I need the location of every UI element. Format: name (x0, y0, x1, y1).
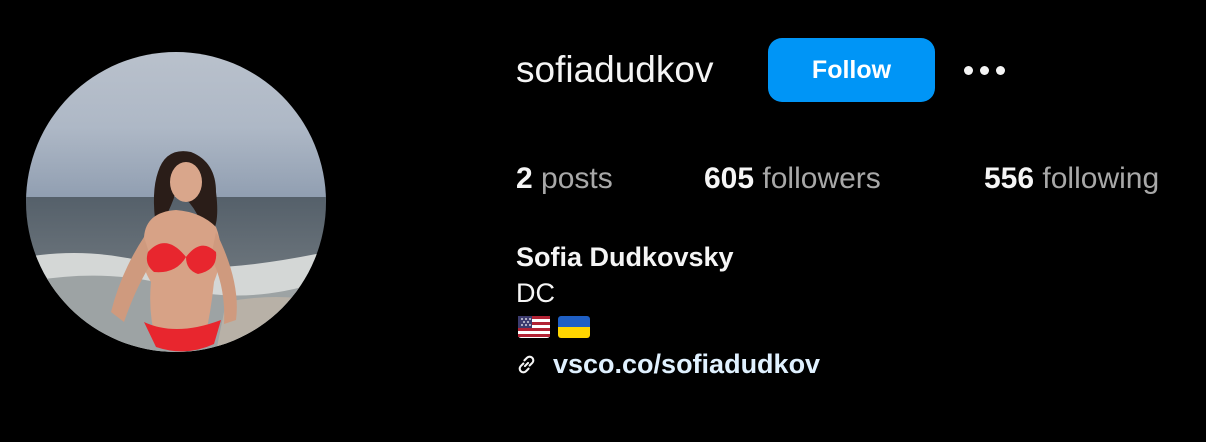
avatar-photo (26, 52, 326, 352)
more-options-button[interactable] (958, 52, 1010, 88)
external-link[interactable]: vsco.co/sofiadudkov (514, 346, 820, 382)
bio-emojis (518, 314, 590, 340)
profile-username: sofiadudkov (516, 49, 714, 90)
more-horizontal-icon (963, 65, 973, 75)
profile-full-name: Sofia Dudkovsky (516, 242, 734, 272)
following-label: following (1042, 162, 1160, 195)
link-text: vsco.co/sofiadudkov (553, 349, 821, 379)
bio-location: DC (516, 278, 555, 308)
posts-label: posts (541, 162, 613, 195)
link-icon (518, 355, 535, 373)
us-flag-icon (518, 316, 550, 338)
followers-label: followers (762, 162, 881, 195)
profile-avatar[interactable] (26, 52, 326, 352)
ukraine-flag-icon (558, 316, 590, 338)
following-link[interactable]: 556 following (984, 160, 1159, 198)
following-count: 556 (984, 162, 1035, 195)
followers-link[interactable]: 605 followers (704, 160, 881, 198)
posts-count: 2 (516, 162, 533, 195)
posts-count-stat: 2 posts (516, 160, 613, 198)
follow-button[interactable]: Follow (768, 38, 935, 102)
followers-count: 605 (704, 162, 755, 195)
